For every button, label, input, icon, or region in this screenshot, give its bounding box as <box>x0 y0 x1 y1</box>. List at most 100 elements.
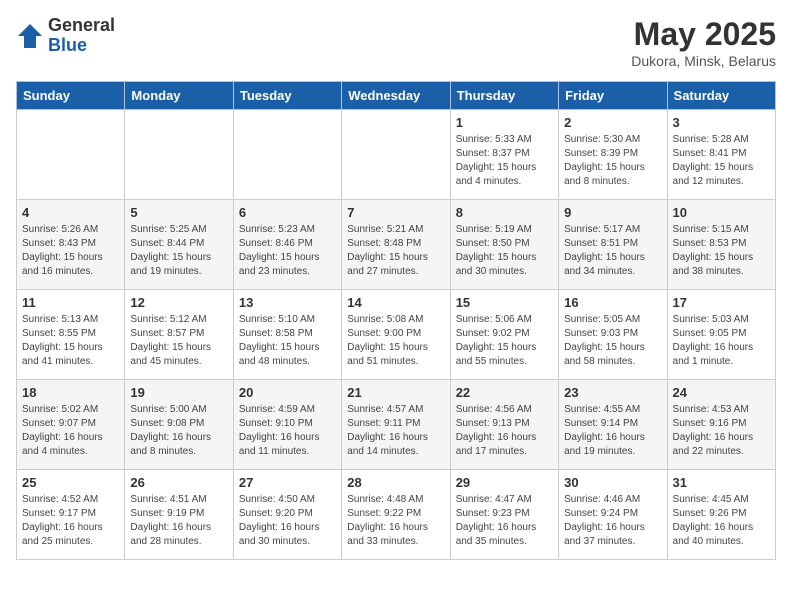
calendar-cell: 19 Sunrise: 5:00 AM Sunset: 9:08 PM Dayli… <box>125 380 233 470</box>
day-info: Sunrise: 5:19 AM Sunset: 8:50 PM Dayligh… <box>456 223 553 279</box>
day-number: 31 <box>673 475 770 490</box>
header-day-wednesday: Wednesday <box>342 82 450 110</box>
calendar-cell: 30 Sunrise: 4:46 AM Sunset: 9:24 PM Dayli… <box>559 470 667 560</box>
day-info: Sunrise: 5:28 AM Sunset: 8:41 PM Dayligh… <box>673 133 770 189</box>
day-number: 5 <box>130 205 227 220</box>
day-info: Sunrise: 4:59 AM Sunset: 9:10 PM Dayligh… <box>239 403 336 459</box>
day-info: Sunrise: 5:17 AM Sunset: 8:51 PM Dayligh… <box>564 223 661 279</box>
calendar-cell <box>17 110 125 200</box>
day-info: Sunrise: 5:05 AM Sunset: 9:03 PM Dayligh… <box>564 313 661 369</box>
logo-icon <box>16 22 44 50</box>
calendar-cell: 11Sunrise: 5:13 AM Sunset: 8:55 PM Dayli… <box>17 290 125 380</box>
day-info: Sunrise: 5:25 AM Sunset: 8:44 PM Dayligh… <box>130 223 227 279</box>
calendar-cell: 12 Sunrise: 5:12 AM Sunset: 8:57 PM Dayli… <box>125 290 233 380</box>
day-info: Sunrise: 5:26 AM Sunset: 8:43 PM Dayligh… <box>22 223 119 279</box>
month-title: May 2025 <box>631 16 776 53</box>
calendar-cell: 5 Sunrise: 5:25 AM Sunset: 8:44 PM Daylig… <box>125 200 233 290</box>
day-number: 10 <box>673 205 770 220</box>
day-info: Sunrise: 5:21 AM Sunset: 8:48 PM Dayligh… <box>347 223 444 279</box>
day-info: Sunrise: 4:53 AM Sunset: 9:16 PM Dayligh… <box>673 403 770 459</box>
calendar-cell: 14 Sunrise: 5:08 AM Sunset: 9:00 PM Dayli… <box>342 290 450 380</box>
calendar-cell: 21Sunrise: 4:57 AM Sunset: 9:11 PM Dayli… <box>342 380 450 470</box>
day-info: Sunrise: 4:50 AM Sunset: 9:20 PM Dayligh… <box>239 493 336 549</box>
calendar-header: SundayMondayTuesdayWednesdayThursdayFrid… <box>17 82 776 110</box>
day-number: 20 <box>239 385 336 400</box>
logo: General Blue <box>16 16 115 56</box>
calendar-cell: 16 Sunrise: 5:05 AM Sunset: 9:03 PM Dayli… <box>559 290 667 380</box>
day-info: Sunrise: 5:33 AM Sunset: 8:37 PM Dayligh… <box>456 133 553 189</box>
day-info: Sunrise: 5:10 AM Sunset: 8:58 PM Dayligh… <box>239 313 336 369</box>
day-number: 18 <box>22 385 119 400</box>
day-number: 1 <box>456 115 553 130</box>
day-number: 24 <box>673 385 770 400</box>
header-day-monday: Monday <box>125 82 233 110</box>
day-number: 17 <box>673 295 770 310</box>
day-number: 16 <box>564 295 661 310</box>
day-number: 3 <box>673 115 770 130</box>
header-day-saturday: Saturday <box>667 82 775 110</box>
day-number: 22 <box>456 385 553 400</box>
day-info: Sunrise: 4:55 AM Sunset: 9:14 PM Dayligh… <box>564 403 661 459</box>
day-info: Sunrise: 5:08 AM Sunset: 9:00 PM Dayligh… <box>347 313 444 369</box>
header-day-tuesday: Tuesday <box>233 82 341 110</box>
day-number: 6 <box>239 205 336 220</box>
calendar-cell: 31 Sunrise: 4:45 AM Sunset: 9:26 PM Dayli… <box>667 470 775 560</box>
day-info: Sunrise: 4:47 AM Sunset: 9:23 PM Dayligh… <box>456 493 553 549</box>
calendar-cell: 6 Sunrise: 5:23 AM Sunset: 8:46 PM Daylig… <box>233 200 341 290</box>
calendar-week-1: 1 Sunrise: 5:33 AM Sunset: 8:37 PM Daylig… <box>17 110 776 200</box>
day-info: Sunrise: 5:12 AM Sunset: 8:57 PM Dayligh… <box>130 313 227 369</box>
calendar-cell: 27 Sunrise: 4:50 AM Sunset: 9:20 PM Dayli… <box>233 470 341 560</box>
day-number: 12 <box>130 295 227 310</box>
day-number: 14 <box>347 295 444 310</box>
day-number: 19 <box>130 385 227 400</box>
header-day-sunday: Sunday <box>17 82 125 110</box>
calendar-week-3: 11Sunrise: 5:13 AM Sunset: 8:55 PM Dayli… <box>17 290 776 380</box>
calendar-cell: 26Sunrise: 4:51 AM Sunset: 9:19 PM Dayli… <box>125 470 233 560</box>
day-number: 4 <box>22 205 119 220</box>
calendar-cell: 24 Sunrise: 4:53 AM Sunset: 9:16 PM Dayli… <box>667 380 775 470</box>
calendar-cell: 8 Sunrise: 5:19 AM Sunset: 8:50 PM Daylig… <box>450 200 558 290</box>
calendar-cell: 25Sunrise: 4:52 AM Sunset: 9:17 PM Dayli… <box>17 470 125 560</box>
calendar-cell: 15Sunrise: 5:06 AM Sunset: 9:02 PM Dayli… <box>450 290 558 380</box>
calendar-cell: 2Sunrise: 5:30 AM Sunset: 8:39 PM Daylig… <box>559 110 667 200</box>
day-info: Sunrise: 5:06 AM Sunset: 9:02 PM Dayligh… <box>456 313 553 369</box>
calendar-cell: 13Sunrise: 5:10 AM Sunset: 8:58 PM Dayli… <box>233 290 341 380</box>
day-number: 27 <box>239 475 336 490</box>
header-day-thursday: Thursday <box>450 82 558 110</box>
day-number: 30 <box>564 475 661 490</box>
day-info: Sunrise: 4:45 AM Sunset: 9:26 PM Dayligh… <box>673 493 770 549</box>
logo-general: General <box>48 16 115 36</box>
calendar-week-4: 18Sunrise: 5:02 AM Sunset: 9:07 PM Dayli… <box>17 380 776 470</box>
calendar-cell: 28Sunrise: 4:48 AM Sunset: 9:22 PM Dayli… <box>342 470 450 560</box>
calendar-cell: 1 Sunrise: 5:33 AM Sunset: 8:37 PM Daylig… <box>450 110 558 200</box>
day-info: Sunrise: 5:03 AM Sunset: 9:05 PM Dayligh… <box>673 313 770 369</box>
day-info: Sunrise: 5:00 AM Sunset: 9:08 PM Dayligh… <box>130 403 227 459</box>
calendar-body: 1 Sunrise: 5:33 AM Sunset: 8:37 PM Daylig… <box>17 110 776 560</box>
day-info: Sunrise: 5:23 AM Sunset: 8:46 PM Dayligh… <box>239 223 336 279</box>
calendar-table: SundayMondayTuesdayWednesdayThursdayFrid… <box>16 81 776 560</box>
day-number: 8 <box>456 205 553 220</box>
calendar-week-2: 4 Sunrise: 5:26 AM Sunset: 8:43 PM Daylig… <box>17 200 776 290</box>
day-number: 21 <box>347 385 444 400</box>
day-number: 7 <box>347 205 444 220</box>
calendar-cell: 17 Sunrise: 5:03 AM Sunset: 9:05 PM Dayli… <box>667 290 775 380</box>
calendar-week-5: 25Sunrise: 4:52 AM Sunset: 9:17 PM Dayli… <box>17 470 776 560</box>
calendar-cell: 23 Sunrise: 4:55 AM Sunset: 9:14 PM Dayli… <box>559 380 667 470</box>
calendar-cell: 22 Sunrise: 4:56 AM Sunset: 9:13 PM Dayli… <box>450 380 558 470</box>
logo-blue: Blue <box>48 36 115 56</box>
calendar-cell: 7 Sunrise: 5:21 AM Sunset: 8:48 PM Daylig… <box>342 200 450 290</box>
day-info: Sunrise: 4:51 AM Sunset: 9:19 PM Dayligh… <box>130 493 227 549</box>
title-block: May 2025 Dukora, Minsk, Belarus <box>631 16 776 69</box>
logo-text: General Blue <box>48 16 115 56</box>
day-number: 23 <box>564 385 661 400</box>
day-info: Sunrise: 4:46 AM Sunset: 9:24 PM Dayligh… <box>564 493 661 549</box>
calendar-cell: 10 Sunrise: 5:15 AM Sunset: 8:53 PM Dayli… <box>667 200 775 290</box>
day-info: Sunrise: 4:48 AM Sunset: 9:22 PM Dayligh… <box>347 493 444 549</box>
day-info: Sunrise: 5:15 AM Sunset: 8:53 PM Dayligh… <box>673 223 770 279</box>
day-info: Sunrise: 4:56 AM Sunset: 9:13 PM Dayligh… <box>456 403 553 459</box>
calendar-cell: 9Sunrise: 5:17 AM Sunset: 8:51 PM Daylig… <box>559 200 667 290</box>
day-info: Sunrise: 5:30 AM Sunset: 8:39 PM Dayligh… <box>564 133 661 189</box>
day-info: Sunrise: 5:13 AM Sunset: 8:55 PM Dayligh… <box>22 313 119 369</box>
calendar-cell <box>125 110 233 200</box>
calendar-cell: 4 Sunrise: 5:26 AM Sunset: 8:43 PM Daylig… <box>17 200 125 290</box>
